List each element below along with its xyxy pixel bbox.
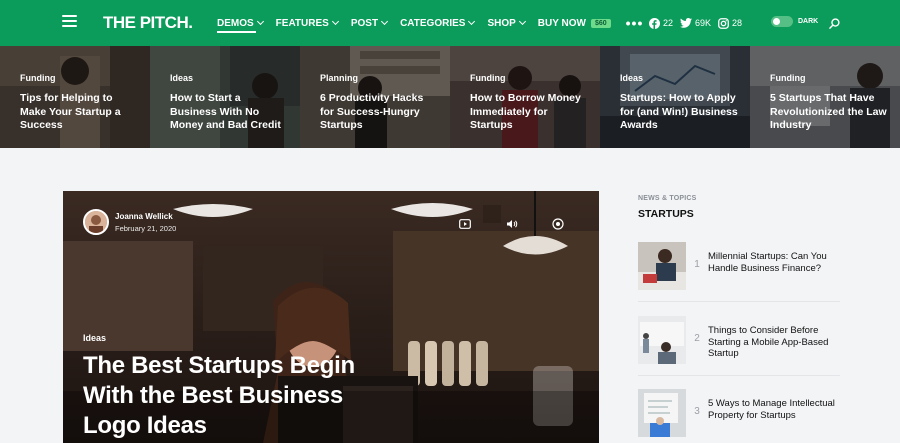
sidebar-post[interactable]: 3 5 Ways to Manage Intellectual Property… [638,389,840,437]
chevron-down-icon [331,17,339,26]
nav-item-categories[interactable]: CATEGORIES [400,0,476,46]
strip-card[interactable]: Ideas How to Start a Business With No Mo… [150,46,300,148]
nav-label: CATEGORIES [400,17,466,29]
post-category[interactable]: Funding [20,73,56,83]
post-title[interactable]: 5 Startups That Have Revolutionized the … [770,92,888,133]
sidebar-post-title[interactable]: Millennial Startups: Can You Handle Busi… [708,242,840,290]
hero-title[interactable]: The Best Startups Begin With the Best Bu… [83,351,383,441]
post-category[interactable]: Funding [770,73,806,83]
hero-category[interactable]: Ideas [83,333,106,343]
sidebar-thumbnail[interactable] [638,316,686,364]
nav-item-post[interactable]: POST [350,0,389,46]
post-category[interactable]: Ideas [620,73,643,83]
sidebar-thumbnail[interactable] [638,389,686,437]
post-number: 3 [694,406,700,417]
post-title[interactable]: How to Borrow Money Immediately for Star… [470,92,588,133]
divider [638,301,840,302]
chevron-down-icon [468,17,476,26]
facebook-icon [649,17,660,29]
twitter-count: 69K [695,18,712,28]
hero-post[interactable]: Joanna Wellick February 21, 2020 Ideas T… [63,191,599,443]
site-logo[interactable]: THE PITCH. [103,13,193,33]
strip-card[interactable]: Planning 6 Productivity Hacks for Succes… [300,46,450,148]
audio-icon[interactable] [506,218,518,230]
twitter-link[interactable]: 69K [680,0,711,46]
post-category[interactable]: Planning [320,73,358,83]
post-title[interactable]: Tips for Helping to Make Your Startup a … [20,92,138,133]
post-title[interactable]: Startups: How to Apply for (and Win!) Bu… [620,92,738,133]
play-video-icon[interactable] [459,218,471,230]
nav-label: SHOP [487,17,516,29]
sidebar-post-title[interactable]: 5 Ways to Manage Intellectual Property f… [708,389,840,437]
nav-label: DEMOS [217,17,254,29]
post-category[interactable]: Ideas [170,73,193,83]
dark-mode-toggle[interactable]: DARK [771,16,818,27]
author-meta: Joanna Wellick February 21, 2020 [83,209,176,235]
sidebar-title[interactable]: STARTUPS [638,208,694,220]
divider [638,375,840,376]
strip-card[interactable]: Funding How to Borrow Money Immediately … [450,46,600,148]
sidebar-post-title[interactable]: Things to Consider Before Starting a Mob… [708,316,840,364]
menu-icon[interactable] [62,15,77,28]
nav-item-shop[interactable]: SHOP [487,0,526,46]
sidebar-kicker: NEWS & TOPICS [638,195,697,202]
nav-label: POST [350,17,379,29]
strip-card[interactable]: Ideas Startups: How to Apply for (and Wi… [600,46,750,148]
sidebar-post[interactable]: 2 Things to Consider Before Starting a M… [638,316,840,364]
nav-item-demos[interactable]: DEMOS [217,0,264,46]
twitter-icon [680,18,692,28]
main-nav: DEMOS FEATURES POST CATEGORIES SHOP BUY … [217,0,643,46]
post-number: 1 [694,259,700,270]
sidebar-thumbnail[interactable] [638,242,686,290]
price-badge: $60 [590,18,611,28]
author-name[interactable]: Joanna Wellick [115,212,176,221]
chevron-down-icon [381,17,389,26]
top-header: THE PITCH. DEMOS FEATURES POST CATEGORIE… [0,0,900,46]
facebook-link[interactable]: 22 [649,0,673,46]
nav-item-features[interactable]: FEATURES [275,0,339,46]
record-icon[interactable] [552,218,564,230]
featured-posts-strip: Funding Tips for Helping to Make Your St… [0,46,900,148]
dark-mode-label: DARK [798,18,819,25]
chevron-down-icon [256,17,264,26]
strip-card[interactable]: Funding Tips for Helping to Make Your St… [0,46,150,148]
post-date: February 21, 2020 [115,223,177,233]
toggle-switch[interactable] [771,16,793,27]
facebook-count: 22 [663,18,674,28]
instagram-icon [718,17,729,29]
sidebar-post[interactable]: 1 Millennial Startups: Can You Handle Bu… [638,242,840,290]
post-category[interactable]: Funding [470,73,506,83]
chevron-down-icon [518,17,526,26]
nav-label: FEATURES [275,17,329,29]
post-number: 2 [694,333,700,344]
strip-card[interactable]: Funding 5 Startups That Have Revolutioni… [750,46,900,148]
avatar[interactable] [83,209,109,235]
post-title[interactable]: 6 Productivity Hacks for Success-Hungry … [320,92,438,133]
instagram-count: 28 [732,18,743,28]
more-menu-icon[interactable]: ••• [626,15,644,31]
instagram-link[interactable]: 28 [718,0,742,46]
nav-item-buy-now[interactable]: BUY NOW $60 [538,0,611,46]
post-title[interactable]: How to Start a Business With No Money an… [170,92,288,133]
nav-label: BUY NOW [537,17,586,29]
search-icon[interactable] [829,16,840,34]
